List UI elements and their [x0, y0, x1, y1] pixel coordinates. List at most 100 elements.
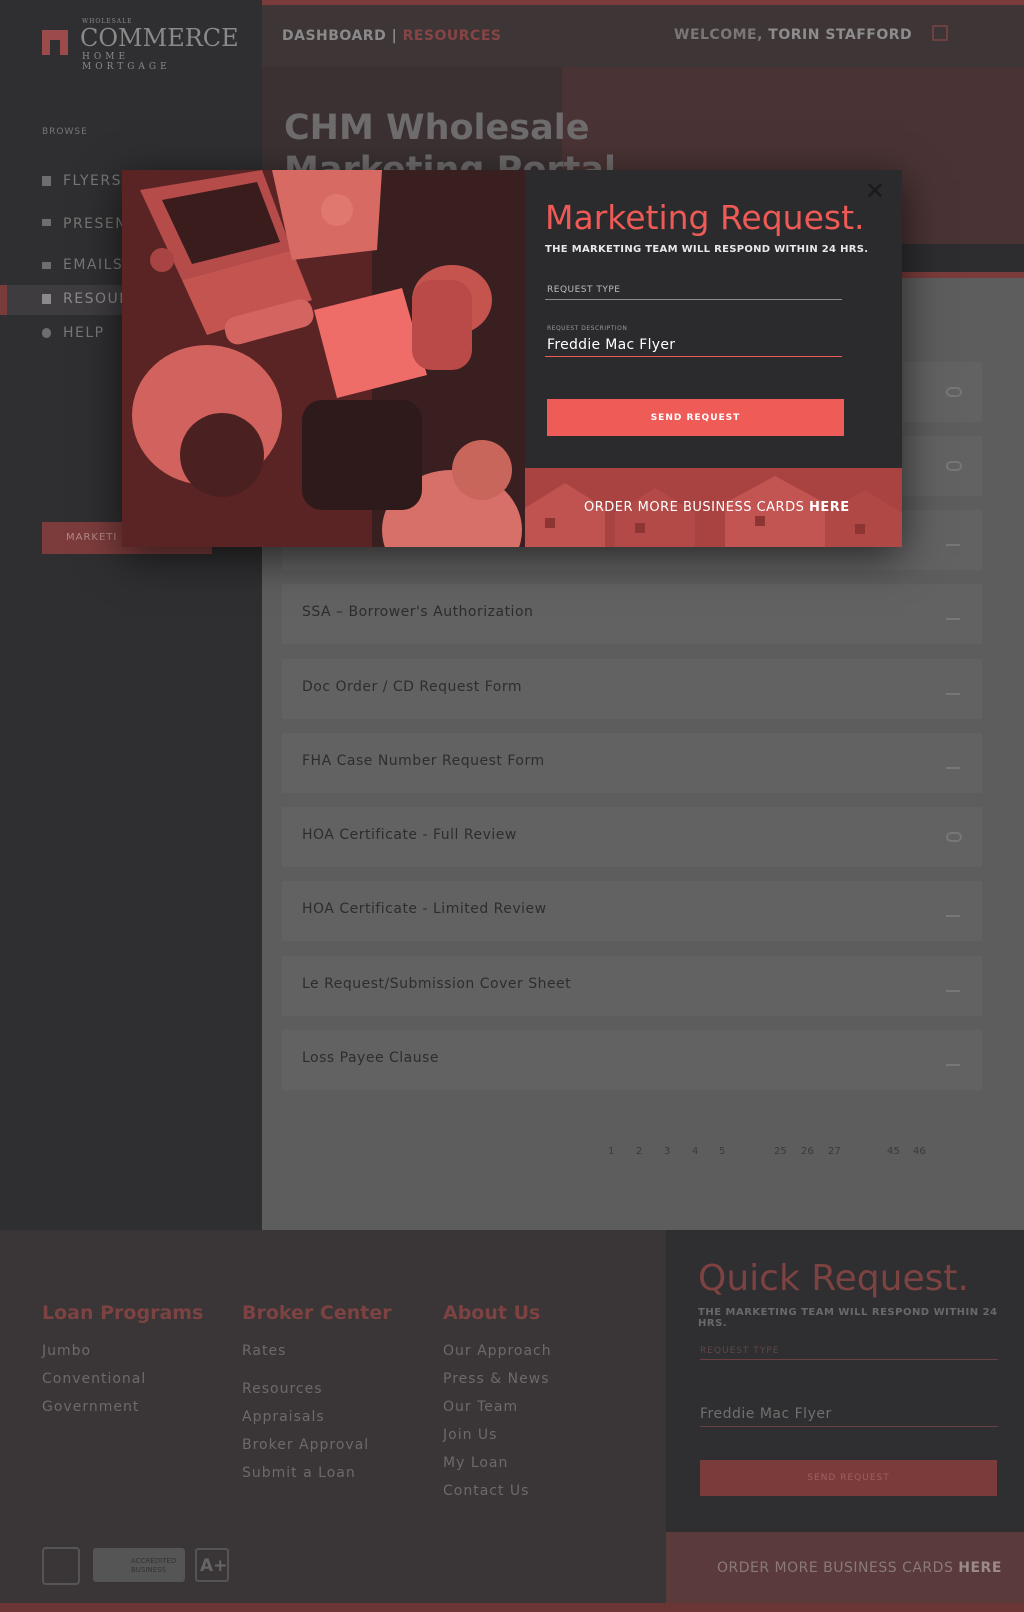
sidebar-item-label: HELP — [63, 325, 105, 341]
quick-request-subtitle: THE MARKETING TEAM WILL RESPOND WITHIN 2… — [698, 1307, 998, 1329]
file-icon — [42, 176, 51, 186]
list-item[interactable]: FHA Case Number Request Form — [282, 733, 982, 793]
sidebar-item-label: RESOUR — [63, 291, 131, 307]
pagination-page[interactable]: 5 — [719, 1146, 725, 1157]
equal-housing-lender-icon — [42, 1547, 80, 1585]
download-icon[interactable] — [946, 606, 960, 620]
logo-mark-icon — [42, 30, 68, 55]
quick-request-title: Quick Request. — [698, 1258, 969, 1299]
mail-icon — [42, 262, 51, 269]
bbb-rating-text: A+ — [200, 1556, 228, 1576]
quick-send-request-button[interactable]: SEND REQUEST — [700, 1460, 997, 1496]
quick-request-type-label: REQUEST TYPE — [700, 1346, 780, 1356]
download-icon[interactable] — [946, 978, 960, 992]
list-item-label: Le Request/Submission Cover Sheet — [302, 976, 572, 992]
business-cards-link[interactable]: HERE — [809, 500, 850, 515]
request-description-field[interactable]: REQUEST DESCRIPTION Freddie Mac Flyer — [545, 325, 842, 357]
bottom-accent-strip — [0, 1603, 1024, 1612]
list-item[interactable]: SSA – Borrower's Authorization — [282, 584, 982, 644]
list-item-label: FHA Case Number Request Form — [302, 753, 545, 769]
pagination-page[interactable]: 46 — [913, 1146, 926, 1157]
footer-link[interactable]: Broker Approval — [242, 1437, 369, 1453]
business-cards-prefix: ORDER MORE BUSINESS CARDS — [584, 500, 809, 515]
footer-link[interactable]: Resources — [242, 1381, 323, 1397]
list-item[interactable]: HOA Certificate - Limited Review — [282, 881, 982, 941]
download-icon[interactable] — [946, 532, 960, 546]
logo-subtext: HOME MORTGAGE — [82, 52, 171, 72]
pagination-page[interactable]: 27 — [828, 1146, 841, 1157]
sidebar-item-label: EMAILS — [63, 257, 124, 273]
user-name[interactable]: TORIN STAFFORD — [768, 27, 912, 43]
download-icon[interactable] — [946, 681, 960, 695]
bbb-accredited-badge[interactable]: ACCREDITED BUSINESS — [93, 1548, 185, 1582]
footer-link[interactable]: Contact Us — [443, 1483, 529, 1499]
sidebar-item-label: PRESEN — [63, 216, 128, 232]
business-cards-text: ORDER MORE BUSINESS CARDS HERE — [584, 500, 850, 515]
presentation-icon — [42, 219, 51, 226]
welcome-text: WELCOME, TORIN STAFFORD — [674, 27, 912, 43]
pagination-page[interactable]: 45 — [887, 1146, 900, 1157]
footer-link[interactable]: Government — [42, 1399, 139, 1415]
footer-link[interactable]: Jumbo — [42, 1343, 91, 1359]
welcome-prefix: WELCOME, — [674, 27, 769, 43]
book-icon — [42, 294, 51, 304]
bbb-rating-badge: A+ — [195, 1548, 229, 1582]
pagination-page[interactable]: 2 — [636, 1146, 642, 1157]
list-item-label: Loss Payee Clause — [302, 1050, 440, 1066]
office-photo-illustration — [122, 170, 525, 547]
link-icon[interactable] — [946, 461, 962, 471]
quick-request-description-field[interactable]: Freddie Mac Flyer — [700, 1400, 998, 1427]
footer-link[interactable]: Press & News — [443, 1371, 550, 1387]
download-icon[interactable] — [946, 1052, 960, 1066]
pagination-page[interactable]: 1 — [608, 1146, 614, 1157]
request-description-value: Freddie Mac Flyer — [547, 337, 676, 353]
footer-link[interactable]: Join Us — [443, 1427, 497, 1443]
list-item[interactable]: Le Request/Submission Cover Sheet — [282, 956, 982, 1016]
quick-request-type-field[interactable]: REQUEST TYPE — [700, 1338, 998, 1360]
request-description-label: REQUEST DESCRIPTION — [547, 325, 628, 332]
footer-link[interactable]: Our Team — [443, 1399, 518, 1415]
link-icon[interactable] — [946, 832, 962, 842]
footer-link[interactable]: Submit a Loan — [242, 1465, 356, 1481]
list-item-label: HOA Certificate - Limited Review — [302, 901, 547, 917]
footer-col-title: Loan Programs — [42, 1302, 204, 1324]
breadcrumb-resources[interactable]: RESOURCES — [403, 28, 502, 44]
list-item[interactable]: HOA Certificate - Full Review — [282, 807, 982, 867]
pagination-page[interactable]: 3 — [664, 1146, 670, 1157]
footer-link[interactable]: Appraisals — [242, 1409, 325, 1425]
breadcrumb-dashboard[interactable]: DASHBOARD — [282, 28, 386, 44]
business-cards-link[interactable]: HERE — [958, 1560, 1002, 1576]
breadcrumb-separator: | — [386, 28, 403, 44]
logo[interactable]: WHOLESALE COMMERCE HOME MORTGAGE — [42, 18, 239, 72]
pagination-page[interactable]: 4 — [692, 1146, 698, 1157]
footer-col-title: Broker Center — [242, 1302, 392, 1324]
download-icon[interactable] — [946, 903, 960, 917]
send-request-button[interactable]: SEND REQUEST — [547, 399, 844, 436]
sidebar-section-label: BROWSE — [42, 127, 88, 137]
link-icon[interactable] — [946, 387, 962, 397]
list-item[interactable]: Loss Payee Clause — [282, 1030, 982, 1090]
footer-business-cards-banner[interactable]: ORDER MORE BUSINESS CARDS HERE — [666, 1532, 1024, 1605]
footer-link[interactable]: Conventional — [42, 1371, 146, 1387]
close-icon[interactable]: ✕ — [864, 179, 886, 203]
page-title-line1: CHM Wholesale — [284, 108, 590, 148]
business-cards-prefix: ORDER MORE BUSINESS CARDS — [717, 1560, 959, 1576]
business-cards-banner[interactable]: ORDER MORE BUSINESS CARDS HERE — [525, 468, 902, 547]
office-team-photo — [122, 170, 525, 547]
pagination-page[interactable]: 26 — [801, 1146, 814, 1157]
download-icon[interactable] — [946, 755, 960, 769]
breadcrumb: DASHBOARD | RESOURCES — [282, 28, 501, 44]
list-item[interactable]: Doc Order / CD Request Form — [282, 659, 982, 719]
footer-link[interactable]: Our Approach — [443, 1343, 552, 1359]
footer-link[interactable]: Rates — [242, 1343, 286, 1359]
footer-col-title: About Us — [443, 1302, 541, 1324]
pagination-page[interactable]: 25 — [774, 1146, 787, 1157]
logout-icon[interactable] — [932, 25, 948, 41]
header-bar: DASHBOARD | RESOURCES WELCOME, TORIN STA… — [262, 5, 1024, 67]
request-type-field[interactable]: REQUEST TYPE — [545, 280, 842, 300]
list-item-label: SSA – Borrower's Authorization — [302, 604, 534, 620]
list-item-label: Doc Order / CD Request Form — [302, 679, 522, 695]
footer-link[interactable]: My Loan — [443, 1455, 508, 1471]
modal-title: Marketing Request. — [545, 198, 865, 237]
help-icon — [42, 328, 51, 338]
